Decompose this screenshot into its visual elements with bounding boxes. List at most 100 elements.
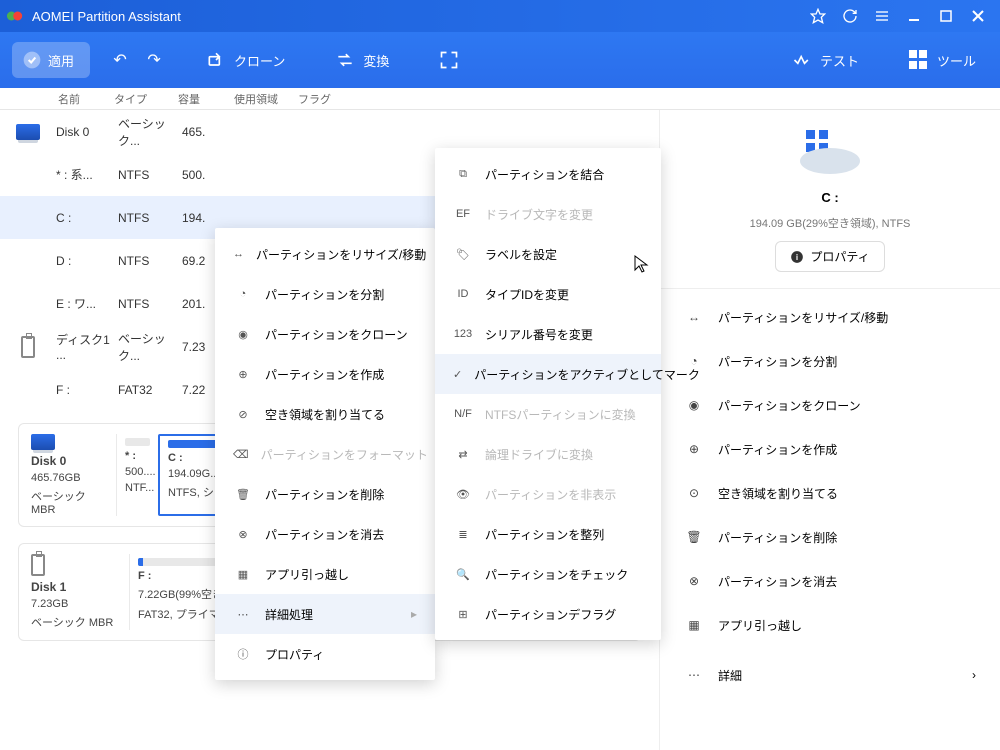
context-menu-item: EFドライブ文字を変更	[435, 194, 661, 234]
menu-item-icon: ✓	[453, 368, 462, 381]
sidebar-action[interactable]: ⊕パーティションを作成	[660, 427, 1000, 471]
context-menu-item[interactable]: ◔パーティションを分割	[215, 274, 435, 314]
svg-text:i: i	[796, 252, 798, 261]
menu-item-icon: EF	[453, 208, 473, 220]
convert-tool[interactable]: 変換	[323, 42, 401, 78]
context-menu-item: N/FNTFSパーティションに変換	[435, 394, 661, 434]
action-icon: ◉	[684, 398, 704, 412]
partition-segment[interactable]: * :500....NTF...	[116, 434, 158, 516]
expand-tool[interactable]	[427, 42, 471, 78]
minimize-icon[interactable]	[898, 0, 930, 32]
refresh-icon[interactable]	[834, 0, 866, 32]
context-menu-item[interactable]: 🗑パーティションを削除	[215, 474, 435, 514]
context-menu-item[interactable]: ◉パーティションをクローン	[215, 314, 435, 354]
context-menu-item[interactable]: ▦アプリ引っ越し	[215, 554, 435, 594]
context-menu-item[interactable]: ↔パーティションをリサイズ/移動	[215, 234, 435, 274]
context-menu-item[interactable]: 123シリアル番号を変更	[435, 314, 661, 354]
chevron-right-icon: ▸	[411, 607, 417, 621]
context-menu-item[interactable]: ⊗パーティションを消去	[215, 514, 435, 554]
left-panel: Disk 0ベーシック...465.* : 系...NTFS500.C :NTF…	[0, 110, 660, 750]
context-menu-item: ⇄論理ドライブに変換	[435, 434, 661, 474]
favorite-icon[interactable]	[802, 0, 834, 32]
chevron-right-icon: ›	[972, 668, 976, 682]
usb-icon	[21, 336, 35, 358]
selected-drive-info: 194.09 GB(29%空き領域), NTFS	[750, 215, 911, 231]
properties-button[interactable]: i プロパティ	[775, 241, 884, 272]
sidebar-action[interactable]: ▦アプリ引っ越し	[660, 603, 1000, 647]
action-icon: ⊗	[684, 574, 704, 588]
sidebar-action[interactable]: ◉パーティションをクローン	[660, 383, 1000, 427]
menu-item-icon: ◉	[233, 328, 253, 341]
menu-item-icon: ⊘	[233, 408, 253, 421]
action-list: ↔パーティションをリサイズ/移動◔パーティションを分割◉パーティションをクローン…	[660, 289, 1000, 653]
context-menu-item[interactable]: ≣パーティションを整列	[435, 514, 661, 554]
app-title: AOMEI Partition Assistant	[32, 9, 181, 24]
menu-item-icon: ⊕	[233, 368, 253, 381]
test-tool[interactable]: テスト	[780, 42, 871, 78]
menu-item-icon: ▦	[233, 568, 253, 581]
context-menu-primary: ↔パーティションをリサイズ/移動◔パーティションを分割◉パーティションをクローン…	[215, 228, 435, 680]
sidebar-action[interactable]: ⊗パーティションを消去	[660, 559, 1000, 603]
sidebar-action[interactable]: ⊙空き領域を割り当てる	[660, 471, 1000, 515]
more-actions[interactable]: ⋯ 詳細 ›	[660, 653, 1000, 697]
menu-item-icon: ⓘ	[233, 646, 253, 662]
menu-item-icon: ID	[453, 288, 473, 300]
action-icon: ⊕	[684, 442, 704, 456]
context-menu-item: ⌫パーティションをフォーマット	[215, 434, 435, 474]
more-icon: ⋯	[684, 668, 704, 682]
redo-button[interactable]: ↷	[140, 46, 168, 74]
context-menu-item[interactable]: ⧉パーティションを結合	[435, 154, 661, 194]
usb-icon	[31, 554, 45, 576]
context-menu-item: 👁パーティションを非表示	[435, 474, 661, 514]
clone-tool[interactable]: クローン	[194, 42, 297, 78]
context-menu-item[interactable]: ⊘空き領域を割り当てる	[215, 394, 435, 434]
menu-item-icon: ⋯	[233, 608, 253, 621]
maximize-icon[interactable]	[930, 0, 962, 32]
context-menu-item[interactable]: ⊕パーティションを作成	[215, 354, 435, 394]
menu-icon[interactable]	[866, 0, 898, 32]
menu-item-icon: 🔍	[453, 568, 473, 581]
menu-item-icon: ≣	[453, 528, 473, 541]
disk-icon	[16, 124, 40, 140]
menu-item-icon: ⌫	[233, 448, 249, 461]
context-menu-sub: ⧉パーティションを結合EFドライブ文字を変更🏷ラベルを設定IDタイプIDを変更1…	[435, 148, 661, 640]
action-icon: 🗑	[684, 530, 704, 544]
sidebar-action[interactable]: ↔パーティションをリサイズ/移動	[660, 295, 1000, 339]
menu-item-icon: ⊗	[233, 528, 253, 541]
app-logo	[6, 7, 24, 25]
menu-item-icon: 🏷	[453, 248, 473, 261]
action-icon: ↔	[684, 310, 704, 324]
context-menu-item[interactable]: 🔍パーティションをチェック	[435, 554, 661, 594]
action-icon: ⊙	[684, 486, 704, 500]
titlebar: AOMEI Partition Assistant	[0, 0, 1000, 32]
menu-item-icon: N/F	[453, 408, 473, 420]
context-menu-item[interactable]: 🏷ラベルを設定	[435, 234, 661, 274]
menu-item-icon: 🗑	[233, 488, 253, 501]
tools-tool[interactable]: ツール	[897, 42, 988, 78]
menu-item-icon: ↔	[233, 248, 244, 260]
context-menu-item[interactable]: ✓パーティションをアクティブとしてマーク	[435, 354, 661, 394]
menu-item-icon: 123	[453, 328, 473, 340]
selected-drive-label: C :	[821, 190, 838, 205]
undo-button[interactable]: ↶	[106, 46, 134, 74]
context-menu-item[interactable]: ⓘプロパティ	[215, 634, 435, 674]
context-menu-item[interactable]: IDタイプIDを変更	[435, 274, 661, 314]
table-row[interactable]: Disk 0ベーシック...465.	[0, 110, 659, 153]
mouse-cursor	[634, 255, 650, 275]
action-icon: ▦	[684, 618, 704, 632]
menu-item-icon: ⊞	[453, 608, 473, 621]
column-headers: 名前 タイプ 容量 使用領域 フラグ	[0, 88, 1000, 110]
menu-item-icon: ⇄	[453, 448, 473, 461]
right-panel: C : 194.09 GB(29%空き領域), NTFS i プロパティ ↔パー…	[660, 110, 1000, 750]
menu-item-icon: ⧉	[453, 168, 473, 181]
context-menu-item[interactable]: ⋯詳細処理▸	[215, 594, 435, 634]
main-toolbar: 適用 ↶ ↷ クローン 変換 テスト ツール	[0, 32, 1000, 88]
menu-item-icon: 👁	[453, 488, 473, 501]
sidebar-action[interactable]: 🗑パーティションを削除	[660, 515, 1000, 559]
menu-item-icon: ◔	[233, 288, 253, 300]
apply-button[interactable]: 適用	[12, 42, 90, 78]
disk-icon	[31, 434, 55, 450]
context-menu-item[interactable]: ⊞パーティションデフラグ	[435, 594, 661, 634]
close-icon[interactable]	[962, 0, 994, 32]
sidebar-action[interactable]: ◔パーティションを分割	[660, 339, 1000, 383]
